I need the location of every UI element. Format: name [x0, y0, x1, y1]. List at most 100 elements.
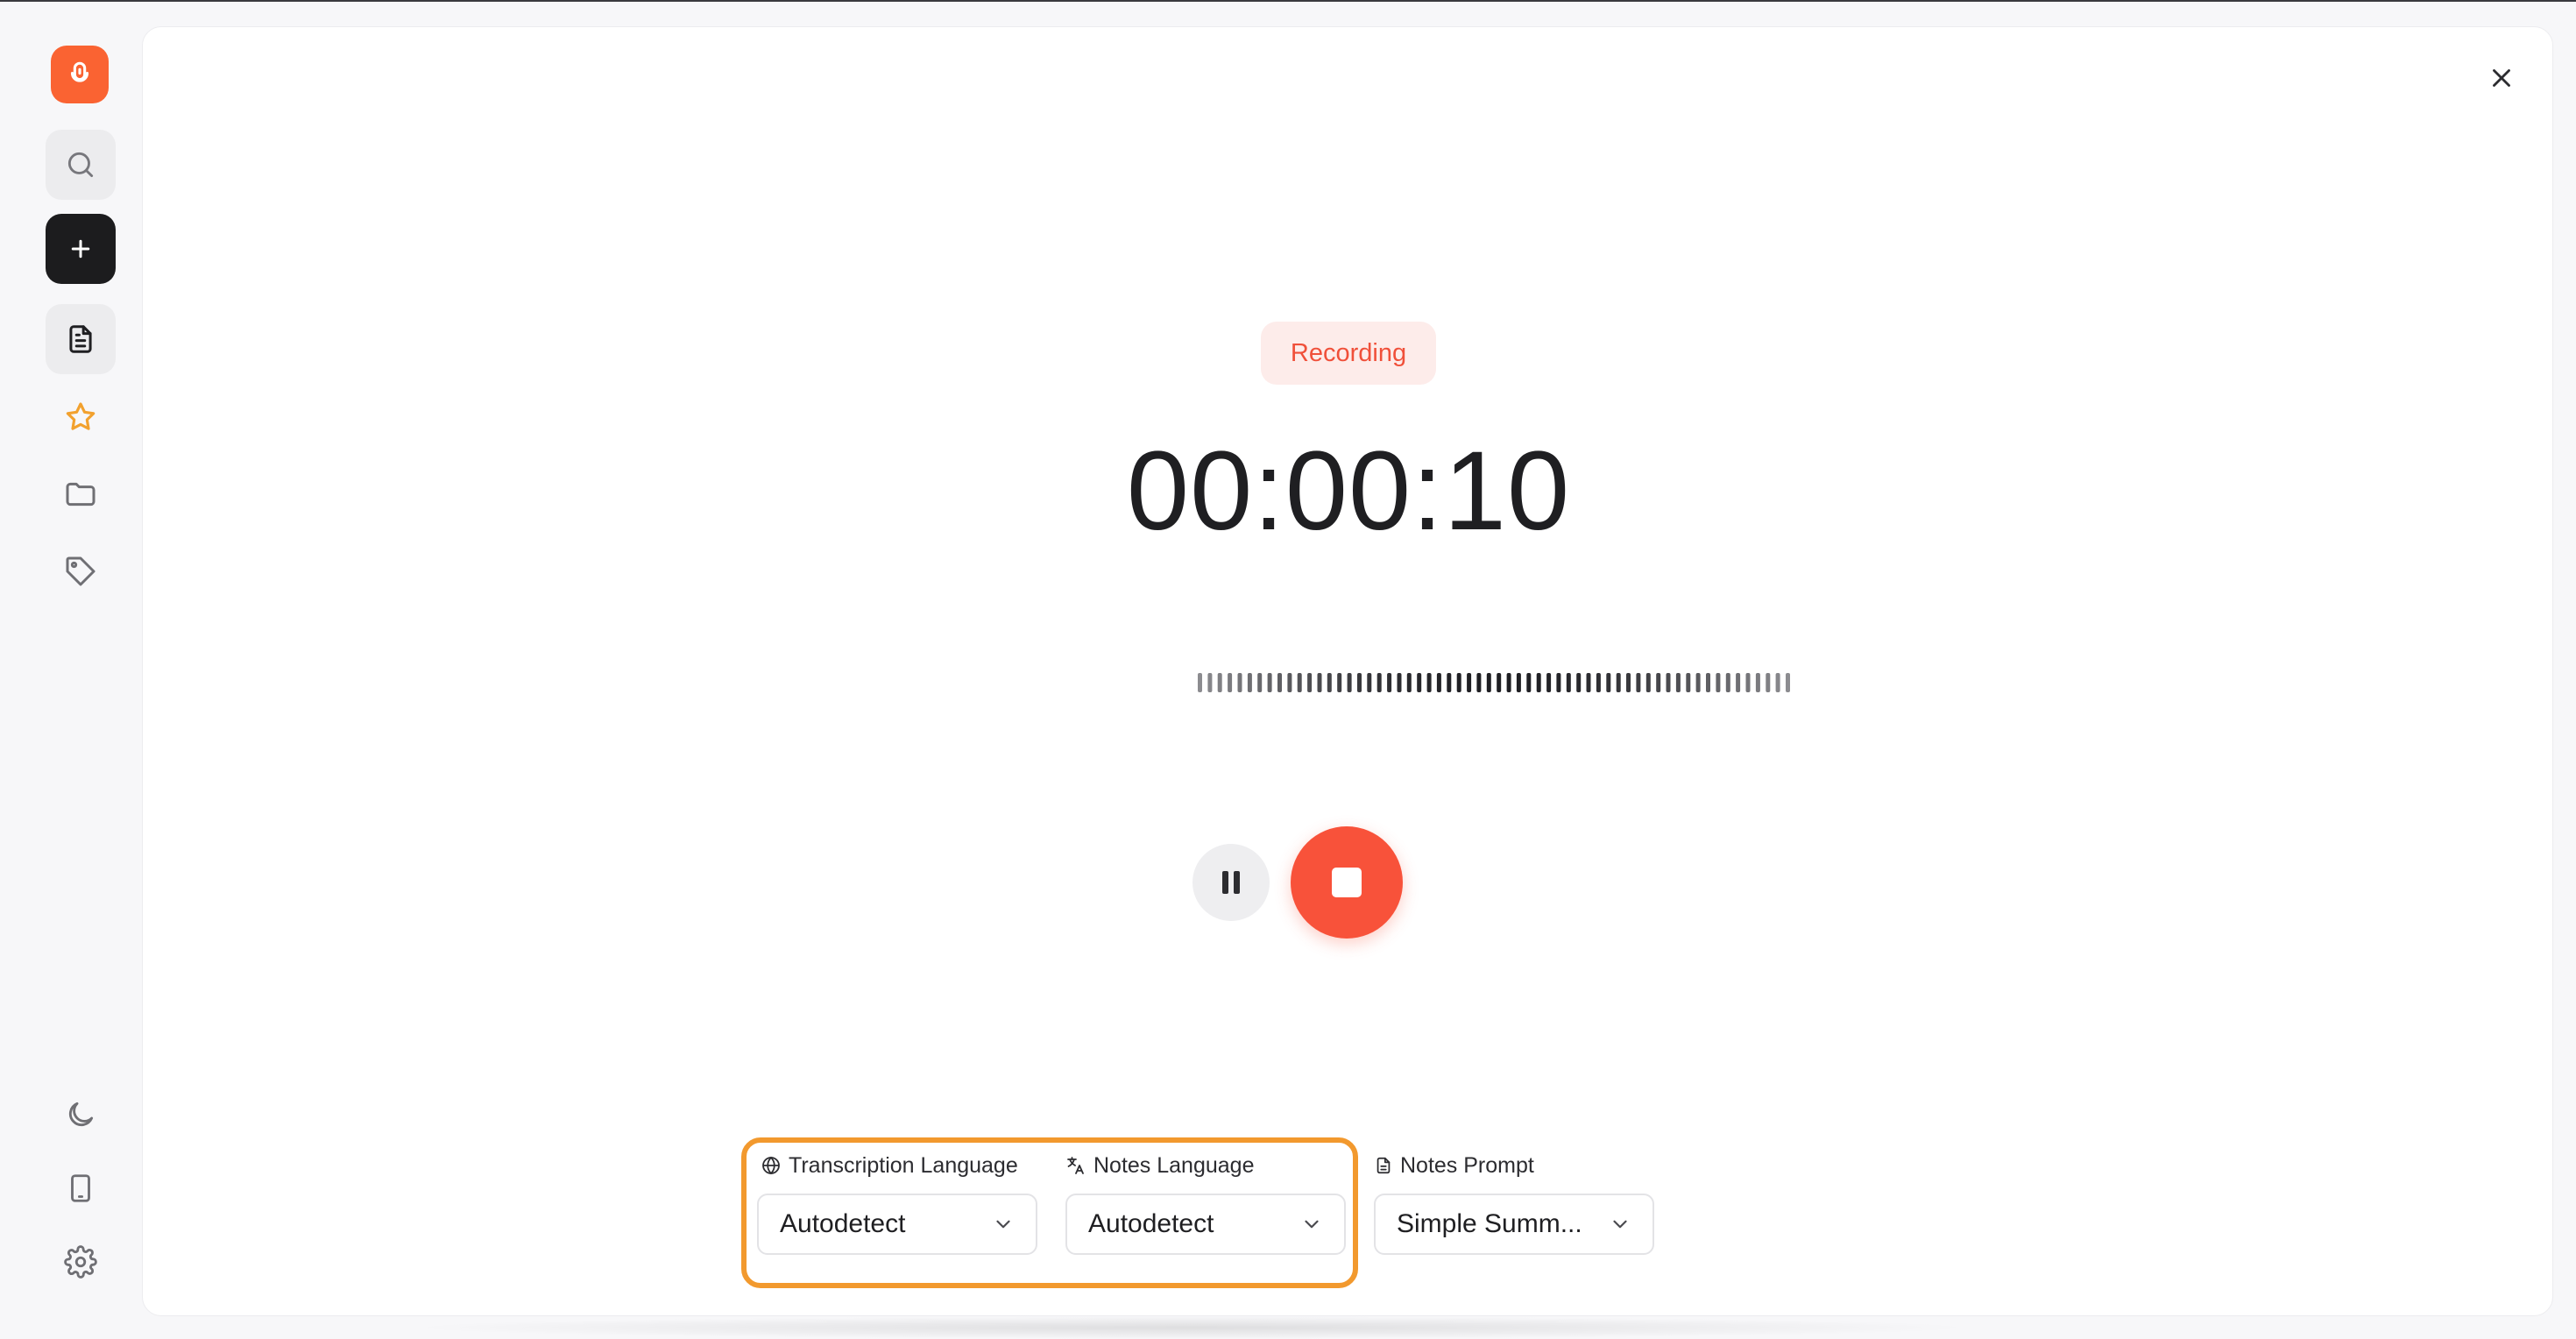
waveform-bar [1467, 673, 1472, 692]
pause-button[interactable] [1192, 844, 1270, 921]
waveform-bar [1317, 673, 1322, 692]
waveform-bar [1257, 673, 1263, 692]
pause-icon [1222, 871, 1240, 894]
waveform-bar [1736, 673, 1741, 692]
waveform-bar [1526, 673, 1532, 692]
app-window: Recording 00:00:10 Transcription Languag… [0, 0, 2576, 1339]
waveform-bar [1376, 673, 1382, 692]
folder-icon [66, 482, 96, 507]
chevron-down-icon [1305, 1220, 1319, 1229]
waveform-bar [1267, 673, 1272, 692]
waveform-bar [1645, 673, 1651, 692]
notes-prompt-field: Notes Prompt Simple Summ... [1374, 1150, 1654, 1255]
waveform-bar [1596, 673, 1601, 692]
waveform-bar [1606, 673, 1611, 692]
waveform-bar [1516, 673, 1521, 692]
recording-status-badge: Recording [1261, 322, 1436, 385]
window-shadow [403, 1316, 1980, 1339]
microphone-icon [70, 61, 89, 82]
waveform-bar [1775, 673, 1780, 692]
recording-timer: 00:00:10 [1126, 429, 1571, 554]
waveform-bar [1576, 673, 1582, 692]
waveform-bar [1706, 673, 1710, 692]
notes-prompt-select[interactable]: Simple Summ... [1374, 1194, 1654, 1255]
waveform-bar [1337, 673, 1342, 692]
waveform-bar [1327, 673, 1332, 692]
stop-button[interactable] [1291, 826, 1403, 939]
waveform-bar [1536, 673, 1541, 692]
phone-icon [71, 1174, 90, 1202]
moon-icon [68, 1102, 94, 1127]
chevron-down-icon [1613, 1220, 1627, 1229]
waveform-bar [1198, 673, 1202, 692]
audio-waveform [1198, 673, 1790, 692]
close-button[interactable] [2475, 52, 2528, 104]
waveform-bar [1456, 673, 1461, 692]
waveform-bar [1237, 673, 1242, 692]
document-icon [69, 325, 92, 353]
waveform-bar [1666, 673, 1671, 692]
waveform-bar [1476, 673, 1482, 692]
theme-toggle-button[interactable] [46, 1088, 116, 1141]
waveform-bar [1725, 673, 1730, 692]
waveform-bar [1586, 673, 1591, 692]
waveform-bar [1397, 673, 1402, 692]
settings-button[interactable] [46, 1236, 116, 1288]
waveform-bar [1357, 673, 1362, 692]
waveform-bar [1755, 673, 1760, 692]
transcription-language-select[interactable]: Autodetect [757, 1194, 1037, 1255]
gear-icon [64, 1245, 97, 1279]
waveform-bar [1277, 673, 1282, 692]
plus-icon [71, 239, 90, 259]
waveform-bar [1686, 673, 1691, 692]
notes-prompt-value: Simple Summ... [1397, 1209, 1582, 1238]
waveform-bar [1546, 673, 1552, 692]
waveform-bar [1436, 673, 1441, 692]
waveform-bar [1387, 673, 1392, 692]
app-logo[interactable] [51, 46, 109, 103]
waveform-bar [1307, 673, 1313, 692]
waveform-bar [1626, 673, 1631, 692]
waveform-bar [1297, 673, 1302, 692]
waveform-bar [1228, 673, 1233, 692]
waveform-bar [1347, 673, 1352, 692]
mobile-app-button[interactable] [46, 1162, 116, 1215]
transcription-language-field: Transcription Language Autodetect [757, 1150, 1037, 1255]
notes-language-label: Notes Language [1093, 1152, 1255, 1178]
sidebar-item-tags[interactable] [46, 545, 116, 598]
close-icon [2493, 69, 2510, 87]
notes-prompt-label: Notes Prompt [1400, 1152, 1534, 1178]
globe-icon [762, 1156, 780, 1175]
document-icon [1376, 1157, 1391, 1174]
sidebar [0, 2, 140, 1339]
new-recording-button[interactable] [46, 214, 116, 284]
waveform-bar [1716, 673, 1721, 692]
translate-icon [1067, 1157, 1084, 1174]
sidebar-item-favorites[interactable] [46, 391, 116, 443]
transcription-language-value: Autodetect [780, 1209, 906, 1238]
waveform-bar [1486, 673, 1491, 692]
waveform-bar [1636, 673, 1641, 692]
sidebar-item-folders[interactable] [46, 468, 116, 521]
waveform-bar [1447, 673, 1452, 692]
waveform-bar [1247, 673, 1252, 692]
waveform-bar [1417, 673, 1422, 692]
recording-panel: Recording 00:00:10 [142, 26, 2553, 1316]
waveform-bar [1367, 673, 1372, 692]
waveform-bar [1745, 673, 1751, 692]
search-icon [67, 152, 94, 178]
sidebar-search-button[interactable] [46, 130, 116, 200]
waveform-bar [1695, 673, 1701, 692]
waveform-bar [1766, 673, 1771, 692]
waveform-bar [1656, 673, 1661, 692]
waveform-bar [1616, 673, 1621, 692]
waveform-bar [1556, 673, 1561, 692]
waveform-bar [1287, 673, 1292, 692]
tag-icon [66, 556, 96, 586]
transcription-language-label: Transcription Language [789, 1152, 1018, 1178]
waveform-bar [1675, 673, 1681, 692]
waveform-bar [1406, 673, 1412, 692]
stop-icon [1332, 868, 1362, 897]
sidebar-item-notes[interactable] [46, 304, 116, 374]
notes-language-select[interactable]: Autodetect [1065, 1194, 1346, 1255]
